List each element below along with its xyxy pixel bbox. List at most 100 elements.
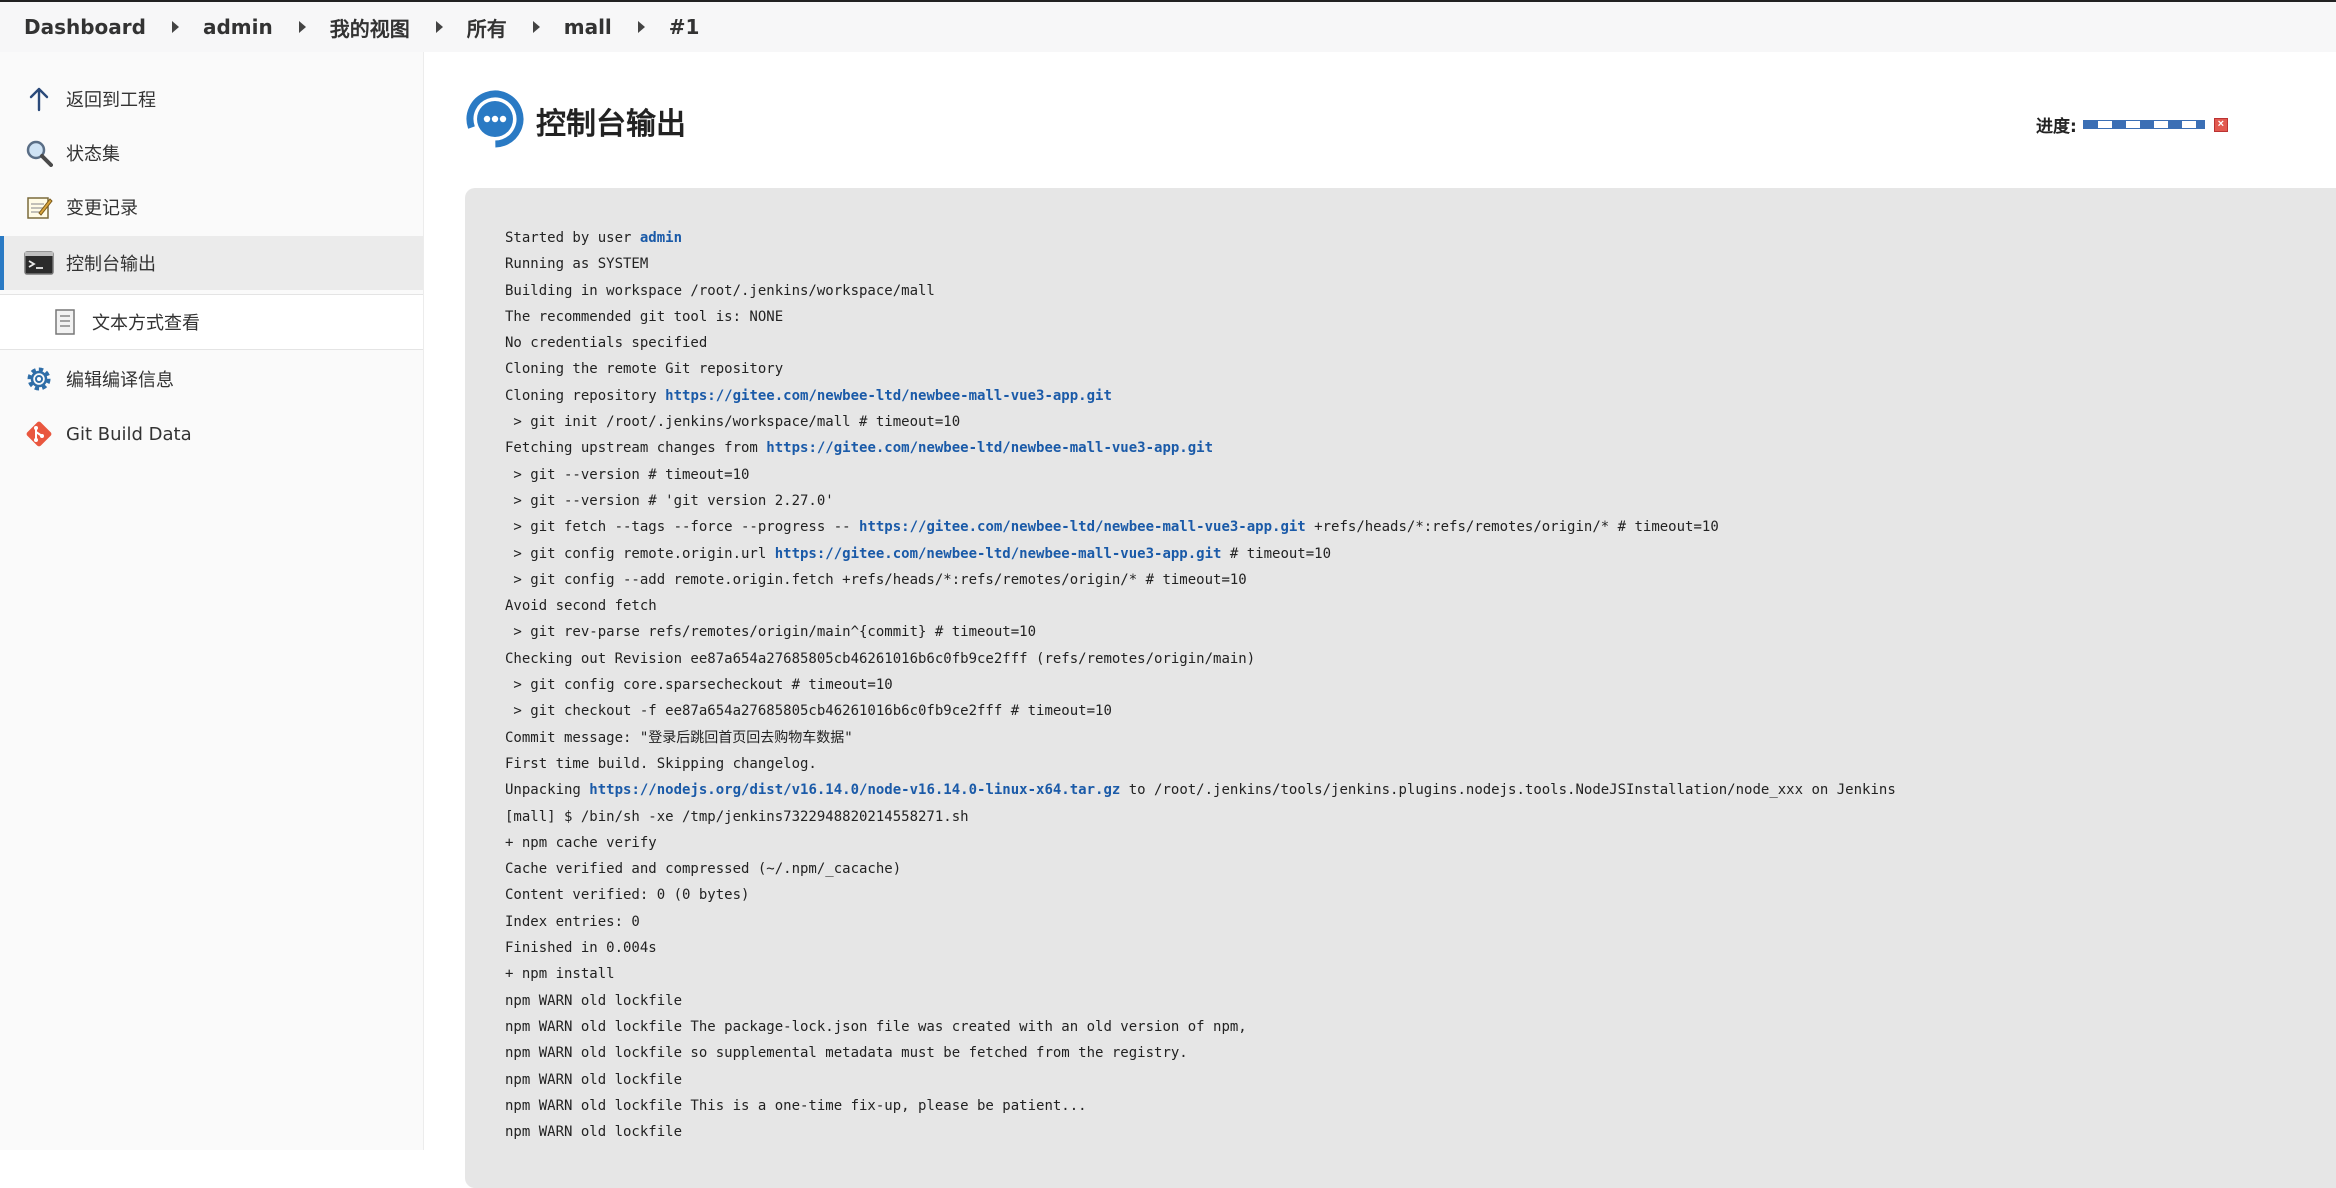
breadcrumb-separator-icon[interactable] — [298, 21, 306, 33]
console-text-segment: [mall] $ /bin/sh -xe /tmp/jenkins7322948… — [505, 808, 969, 825]
console-line: First time build. Skipping changelog. — [505, 751, 2336, 777]
console-link[interactable]: https://nodejs.org/dist/v16.14.0/node-v1… — [589, 782, 1120, 798]
gear-icon — [24, 364, 54, 394]
console-text-segment: > git rev-parse refs/remotes/origin/main… — [505, 624, 1037, 641]
console-text-segment: Unpacking — [505, 782, 590, 799]
console-text-segment: > git --version # 'git version 2.27.0' — [505, 492, 834, 509]
console-line: The recommended git tool is: NONE — [505, 304, 2336, 330]
console-link[interactable]: admin — [640, 230, 682, 246]
console-line: Building in workspace /root/.jenkins/wor… — [505, 278, 2336, 304]
console-text-segment: > git config core.sparsecheckout # timeo… — [505, 677, 893, 694]
console-text-segment: npm WARN old lockfile This is a one-time… — [505, 1097, 1087, 1114]
console-line: Running as SYSTEM — [505, 251, 2336, 277]
arrow-up-icon — [24, 84, 54, 114]
console-line: Commit message: "登录后跳回首页回去购物车数据" — [505, 725, 2336, 751]
sidebar-item-back-to-project[interactable]: 返回到工程 — [0, 72, 423, 126]
console-line: npm WARN old lockfile — [505, 1067, 2336, 1093]
sidebar-item-edit-build-info[interactable]: 编辑编译信息 — [0, 352, 423, 406]
console-line: Checking out Revision ee87a654a27685805c… — [505, 646, 2336, 672]
console-text-segment: > git --version # timeout=10 — [505, 466, 750, 483]
console-text-segment: npm WARN old lockfile The package-lock.j… — [505, 1018, 1247, 1035]
console-line: npm WARN old lockfile — [505, 1119, 2336, 1145]
sidebar-item-git-build-data[interactable]: Git Build Data — [0, 407, 423, 461]
console-line: > git checkout -f ee87a654a27685805cb462… — [505, 698, 2336, 724]
console-text-segment: Finished in 0.004s — [505, 940, 657, 957]
breadcrumb-dashboard[interactable]: Dashboard — [0, 15, 146, 39]
console-link[interactable]: https://gitee.com/newbee-ltd/newbee-mall… — [859, 519, 1306, 535]
sidebar-item-label: 变更记录 — [66, 198, 138, 219]
terminal-icon — [24, 248, 54, 278]
console-line: > git rev-parse refs/remotes/origin/main… — [505, 619, 2336, 645]
sidebar-item-label: 状态集 — [66, 144, 120, 165]
breadcrumb-my-views[interactable]: 我的视图 — [306, 13, 410, 42]
console-line: > git config --add remote.origin.fetch +… — [505, 567, 2336, 593]
sidebar-item-console-output[interactable]: 控制台输出 — [0, 236, 423, 290]
console-text-segment: npm WARN old lockfile — [505, 992, 683, 1009]
console-link[interactable]: https://gitee.com/newbee-ltd/newbee-mall… — [766, 440, 1213, 456]
console-line: Unpacking https://nodejs.org/dist/v16.14… — [505, 777, 2336, 803]
console-line: Content verified: 0 (0 bytes) — [505, 882, 2336, 908]
console-link[interactable]: https://gitee.com/newbee-ltd/newbee-mall… — [665, 388, 1112, 404]
console-text-segment: First time build. Skipping changelog. — [505, 755, 817, 772]
console-line: npm WARN old lockfile The package-lock.j… — [505, 1014, 2336, 1040]
breadcrumb-separator-icon[interactable] — [637, 21, 645, 33]
console-line: Finished in 0.004s — [505, 935, 2336, 961]
breadcrumb-build-1[interactable]: #1 — [645, 15, 700, 39]
stop-build-icon[interactable]: × — [2213, 117, 2228, 132]
console-text-segment: + npm cache verify — [505, 834, 657, 851]
console-line: Index entries: 0 — [505, 909, 2336, 935]
build-progress: 进度: × — [2036, 112, 2228, 137]
notepad-icon — [24, 192, 54, 222]
console-text-segment: The recommended git tool is: NONE — [505, 308, 784, 325]
console-text-segment: Cache verified and compressed (~/.npm/_c… — [505, 861, 902, 878]
console-text-segment: > git config remote.origin.url — [505, 545, 775, 562]
breadcrumb-separator-icon[interactable] — [532, 21, 540, 33]
console-text-segment: Cloning the remote Git repository — [505, 361, 784, 378]
console-text-segment: +refs/heads/*:refs/remotes/origin/* # ti… — [1305, 519, 1719, 536]
magnifier-icon — [24, 138, 54, 168]
breadcrumb-all[interactable]: 所有 — [443, 13, 507, 42]
git-icon — [24, 419, 54, 449]
console-text-segment: No credentials specified — [505, 335, 708, 352]
sidebar-item-label: Git Build Data — [66, 423, 192, 445]
breadcrumb-separator-icon[interactable] — [435, 21, 443, 33]
console-text-segment: Fetching upstream changes from — [505, 440, 767, 457]
console-line: Started by user admin — [505, 225, 2336, 251]
console-text-segment: to /root/.jenkins/tools/jenkins.plugins.… — [1120, 782, 1896, 799]
console-line: Avoid second fetch — [505, 593, 2336, 619]
document-icon — [50, 307, 80, 337]
console-text-segment: Started by user — [505, 230, 640, 246]
console-text-segment: # timeout=10 — [1221, 545, 1332, 562]
console-line: Cloning the remote Git repository — [505, 356, 2336, 382]
console-text-segment: Content verified: 0 (0 bytes) — [505, 887, 750, 904]
console-status-icon — [464, 88, 526, 155]
console-line: npm WARN old lockfile This is a one-time… — [505, 1093, 2336, 1119]
sidebar-item-label: 文本方式查看 — [92, 313, 200, 334]
sidebar-item-view-as-plain-text[interactable]: 文本方式查看 — [0, 294, 423, 350]
console-line: > git init /root/.jenkins/workspace/mall… — [505, 409, 2336, 435]
console-text-segment: npm WARN old lockfile so supplemental me… — [505, 1045, 1188, 1062]
console-text-segment: Avoid second fetch — [505, 598, 657, 615]
console-link[interactable]: https://gitee.com/newbee-ltd/newbee-mall… — [775, 546, 1222, 562]
console-text-segment: Checking out Revision ee87a654a27685805c… — [505, 650, 1256, 667]
console-line: > git fetch --tags --force --progress --… — [505, 514, 2336, 540]
sidebar-item-label: 返回到工程 — [66, 90, 156, 111]
console-text: Started by user admin Running as SYSTEM Bu… — [465, 188, 2336, 1145]
breadcrumb-separator-icon[interactable] — [171, 21, 179, 33]
console-text-segment: Cloning repository — [505, 387, 666, 404]
progress-bar — [2082, 120, 2205, 129]
sidebar-item-changes[interactable]: 变更记录 — [0, 180, 423, 234]
console-output: Started by user admin Running as SYSTEM Bu… — [465, 188, 2336, 1188]
console-line: > git --version # timeout=10 — [505, 462, 2336, 488]
page-title: 控制台输出 — [536, 107, 686, 142]
console-text-segment: npm WARN old lockfile — [505, 1124, 683, 1141]
console-text-segment: Commit message: "登录后跳回首页回去购物车数据" — [505, 729, 853, 746]
console-text-segment: Index entries: 0 — [505, 913, 640, 930]
sidebar-item-status[interactable]: 状态集 — [0, 126, 423, 180]
console-text-segment: > git checkout -f ee87a654a27685805cb462… — [505, 703, 1112, 720]
breadcrumb-job-mall[interactable]: mall — [540, 15, 612, 39]
breadcrumb: Dashboard admin 我的视图 所有 mall #1 — [0, 2, 2336, 52]
progress-label: 进度: — [2036, 117, 2077, 137]
breadcrumb-admin[interactable]: admin — [179, 15, 273, 39]
console-text-segment: + npm install — [505, 966, 615, 983]
